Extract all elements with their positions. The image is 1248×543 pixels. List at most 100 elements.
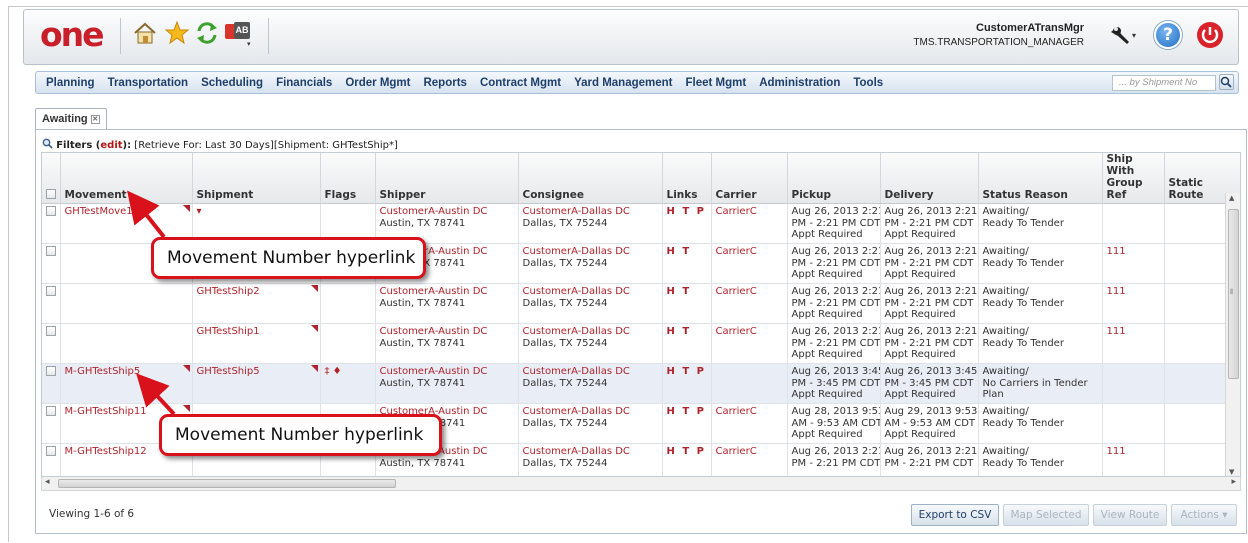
actions-dropdown[interactable]: Actions ▾ [1171, 504, 1237, 526]
menu-tools[interactable]: Tools [853, 77, 883, 89]
consignee-location-link[interactable]: CustomerA-Dallas DC [523, 206, 658, 218]
search-button[interactable] [1219, 74, 1234, 90]
shipment-link[interactable]: ▾ [197, 206, 202, 217]
shipment-link[interactable]: GHTestShip2 [197, 286, 260, 297]
menu-planning[interactable]: Planning [46, 77, 95, 89]
row-checkbox[interactable] [46, 406, 56, 416]
row-select-cell[interactable] [42, 403, 61, 444]
row-select-cell[interactable] [42, 363, 61, 404]
col-links[interactable]: Links [662, 153, 712, 204]
row-select-cell[interactable] [42, 443, 61, 476]
row-select-cell[interactable] [42, 243, 61, 284]
menu-administration[interactable]: Administration [759, 77, 840, 89]
menu-order-mgmt[interactable]: Order Mgmt [345, 77, 410, 89]
movement-link[interactable]: M-GHTestShip12 [65, 446, 147, 457]
menu-financials[interactable]: Financials [276, 77, 332, 89]
power-icon[interactable] [1196, 21, 1224, 49]
consignee-location-link[interactable]: CustomerA-Dallas DC [523, 406, 658, 418]
carrier-link[interactable]: CarrierC [716, 246, 757, 257]
movement-link[interactable]: M-GHTestShip5 [65, 366, 141, 377]
menu-scheduling[interactable]: Scheduling [201, 77, 263, 89]
movement-link[interactable]: GHTestMove1 [65, 206, 133, 217]
col-consignee[interactable]: Consignee [518, 153, 663, 204]
close-tab-icon[interactable]: ✕ [90, 115, 100, 124]
scroll-left-icon[interactable]: ◂ [45, 477, 50, 487]
carrier-link[interactable]: CarrierC [716, 286, 757, 297]
row-checkbox[interactable] [46, 286, 56, 296]
group-ref-link[interactable]: 111 [1107, 326, 1126, 337]
consignee-location-link[interactable]: CustomerA-Dallas DC [523, 246, 658, 258]
refresh-icon[interactable] [194, 20, 220, 46]
row-checkbox[interactable] [46, 446, 56, 456]
shipper-location-link[interactable]: CustomerA-Austin DC [380, 366, 514, 378]
col-status-reason[interactable]: Status Reason [978, 153, 1103, 204]
consignee-location-link[interactable]: CustomerA-Dallas DC [523, 366, 658, 378]
menu-yard-management[interactable]: Yard Management [574, 77, 672, 89]
col-delivery[interactable]: Delivery [880, 153, 979, 204]
select-all-checkbox[interactable] [46, 189, 56, 199]
menu-contract-mgmt[interactable]: Contract Mgmt [480, 77, 561, 89]
wrench-icon[interactable]: ▾ [1108, 24, 1138, 48]
row-checkbox[interactable] [46, 326, 56, 336]
row-select-cell[interactable] [42, 283, 61, 324]
view-route-button[interactable]: View Route [1093, 504, 1167, 526]
consignee-location-link[interactable]: CustomerA-Dallas DC [523, 286, 658, 298]
col-shipment[interactable]: Shipment [192, 153, 321, 204]
document-links[interactable]: H T P [667, 206, 706, 217]
col-carrier[interactable]: Carrier [711, 153, 788, 204]
col-ship-with-group-ref[interactable]: Ship With Group Ref [1102, 153, 1165, 204]
col-pickup[interactable]: Pickup [787, 153, 881, 204]
document-links[interactable]: H T P [667, 406, 706, 417]
tab-awaiting[interactable]: Awaiting ✕ [35, 108, 107, 129]
group-ref-link[interactable]: 111 [1107, 246, 1126, 257]
home-icon[interactable] [132, 20, 158, 46]
shipment-link[interactable]: GHTestShip1 [197, 326, 260, 337]
scroll-down-icon[interactable]: ▼ [1229, 468, 1234, 476]
consignee-location-link[interactable]: CustomerA-Dallas DC [523, 446, 658, 458]
consignee-location-link[interactable]: CustomerA-Dallas DC [523, 326, 658, 338]
group-ref-link[interactable]: 111 [1107, 286, 1126, 297]
favorites-star-icon[interactable] [164, 20, 190, 46]
col-flags[interactable]: Flags [320, 153, 376, 204]
flags-icons[interactable]: ‡ ♦ [325, 366, 342, 377]
map-selected-button[interactable]: Map Selected [1003, 504, 1089, 526]
carrier-link[interactable]: CarrierC [716, 406, 757, 417]
select-all-header[interactable] [42, 153, 61, 204]
table-row[interactable]: GHTestShip1 CustomerA-Austin DC Austin, TX… [42, 323, 1240, 364]
horizontal-scrollbar[interactable]: ◂ ▸ [41, 477, 1241, 491]
row-checkbox[interactable] [46, 246, 56, 256]
document-links[interactable]: H T [667, 246, 692, 257]
filters-edit-link[interactable]: edit [100, 140, 122, 151]
row-checkbox[interactable] [46, 366, 56, 376]
group-ref-link[interactable]: 111 [1107, 446, 1126, 457]
horizontal-scroll-thumb[interactable] [58, 479, 396, 488]
document-links[interactable]: H T [667, 286, 692, 297]
shipper-location-link[interactable]: CustomerA-Austin DC [380, 286, 514, 298]
row-select-cell[interactable] [42, 323, 61, 364]
scroll-up-icon[interactable]: ▲ [1229, 194, 1234, 202]
document-links[interactable]: H T [667, 326, 692, 337]
one-logo[interactable]: one [40, 16, 112, 54]
vertical-scrollbar[interactable]: ▲ ⦀ ▼ [1225, 193, 1240, 476]
export-csv-button[interactable]: Export to CSV [911, 504, 999, 526]
scroll-right-icon[interactable]: ▸ [1231, 477, 1236, 487]
movement-link[interactable]: M-GHTestShip11 [65, 406, 147, 417]
ab-switch-icon[interactable]: AB ▾ [225, 20, 255, 48]
shipment-search-input[interactable]: ... by Shipment No [1112, 75, 1216, 91]
row-checkbox[interactable] [46, 206, 56, 216]
table-row[interactable]: GHTestShip2 CustomerA-Austin DC Austin, TX… [42, 283, 1240, 324]
menu-transportation[interactable]: Transportation [108, 77, 189, 89]
document-links[interactable]: H T P [667, 366, 706, 377]
shipper-location-link[interactable]: CustomerA-Austin DC [380, 206, 514, 218]
menu-reports[interactable]: Reports [423, 77, 466, 89]
carrier-link[interactable]: CarrierC [716, 326, 757, 337]
menu-fleet-mgmt[interactable]: Fleet Mgmt [686, 77, 747, 89]
help-icon[interactable]: ? [1154, 21, 1182, 49]
row-select-cell[interactable] [42, 203, 61, 244]
col-movement[interactable]: Movement [60, 153, 193, 204]
table-row[interactable]: M-GHTestShip5 GHTestShip5 ‡ ♦ CustomerA-Aus… [42, 363, 1240, 404]
vertical-scroll-thumb[interactable]: ⦀ [1228, 209, 1239, 379]
document-links[interactable]: H T P [667, 446, 706, 457]
shipment-link[interactable]: GHTestShip5 [197, 366, 260, 377]
shipper-location-link[interactable]: CustomerA-Austin DC [380, 326, 514, 338]
